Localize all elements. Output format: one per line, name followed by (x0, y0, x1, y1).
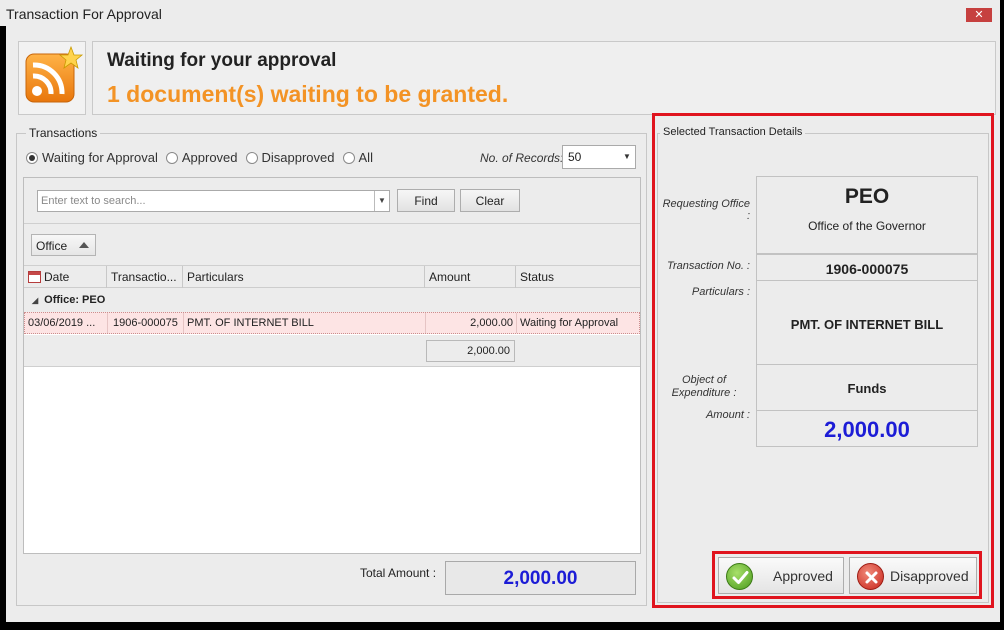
chevron-down-icon[interactable]: ▼ (619, 146, 635, 168)
records-value: 50 (568, 150, 582, 164)
calendar-icon (28, 271, 41, 283)
header-subtitle: 1 document(s) waiting to be granted. (107, 81, 509, 107)
group-by-panel: Office (24, 224, 640, 266)
clear-button[interactable]: Clear (460, 189, 520, 212)
chevron-down-icon[interactable]: ▼ (374, 191, 389, 211)
cell-particulars: PMT. OF INTERNET BILL (184, 313, 426, 333)
cell-amount: 2,000.00 (426, 313, 517, 333)
header-icon-box (18, 41, 86, 115)
total-amount-label: Total Amount : (360, 566, 437, 580)
column-header-amount[interactable]: Amount (425, 266, 516, 288)
sort-ascending-icon (79, 242, 89, 248)
column-header-status[interactable]: Status (516, 266, 640, 288)
disapprove-label: Disapproved (890, 568, 969, 584)
office-name: Office of the Governor (808, 219, 926, 233)
checkmark-icon (726, 563, 753, 590)
filter-label: Waiting for Approval (42, 150, 158, 165)
group-row-office[interactable]: ◢ Office: PEO (24, 288, 640, 312)
cell-transaction: 1906-000075 (108, 313, 184, 333)
details-group-label: Selected Transaction Details (660, 126, 806, 138)
approval-window: Transaction For Approval ✕ Waiting for y… (0, 0, 1004, 630)
search-placeholder: Enter text to search... (41, 195, 146, 207)
radio-dot (245, 151, 258, 164)
group-sum-value: 2,000.00 (426, 340, 515, 362)
records-label: No. of Records: (480, 151, 564, 165)
transaction-no-label: Transaction No. : (667, 260, 750, 272)
filter-waiting-radio[interactable]: Waiting for Approval (26, 150, 158, 165)
column-header-transaction[interactable]: Transactio... (107, 266, 183, 288)
total-amount-value: 2,000.00 (445, 561, 636, 595)
cell-date: 03/06/2019 ... (25, 313, 108, 333)
status-filter: Waiting for Approval Approved Disapprove… (26, 150, 381, 165)
records-select[interactable]: 50 ▼ (562, 145, 636, 169)
radio-dot (342, 151, 355, 164)
table-row[interactable]: 03/06/2019 ... 1906-000075 PMT. OF INTER… (24, 312, 640, 334)
column-header-row: Date Transactio... Particulars Amount St… (24, 266, 640, 288)
filter-disapproved-radio[interactable]: Disapproved (245, 150, 335, 165)
column-header-particulars[interactable]: Particulars (183, 266, 425, 288)
title-bar: Transaction For Approval ✕ (0, 0, 1000, 26)
object-label-line1: Object of (681, 374, 727, 386)
office-code: PEO (844, 185, 890, 208)
cell-status: Waiting for Approval (520, 317, 619, 329)
group-summary-row: 2,000.00 (24, 335, 640, 367)
approve-label: Approved (773, 568, 833, 584)
filter-approved-radio[interactable]: Approved (165, 150, 238, 165)
approve-button[interactable]: Approved (718, 557, 844, 594)
find-button[interactable]: Find (397, 189, 455, 212)
filter-label: Approved (181, 150, 238, 165)
transaction-no-value: 1906-000075 (756, 254, 978, 281)
filter-label: Disapproved (261, 150, 335, 165)
search-input[interactable]: Enter text to search... ▼ (37, 190, 390, 212)
disapprove-button[interactable]: Disapproved (849, 557, 977, 594)
group-chip-label: Office (36, 239, 68, 253)
transactions-group-label: Transactions (26, 126, 101, 140)
search-area: Enter text to search... ▼ Find Clear (24, 178, 640, 224)
window-title: Transaction For Approval (6, 6, 162, 22)
header-title: Waiting for your approval (107, 50, 337, 71)
amount-value: 2,000.00 (756, 410, 978, 447)
object-expenditure-value: Funds (756, 364, 978, 411)
object-expenditure-label: Object of Expenditure : (658, 374, 750, 400)
group-by-office-chip[interactable]: Office (31, 234, 96, 256)
collapse-icon[interactable]: ◢ (32, 296, 38, 305)
radio-dot (165, 151, 178, 164)
close-icon[interactable]: ✕ (966, 8, 992, 22)
transactions-grid: Enter text to search... ▼ Find Clear Off… (23, 177, 641, 554)
group-row-label: Office: PEO (44, 294, 106, 306)
filter-all-radio[interactable]: All (342, 150, 373, 165)
particulars-label: Particulars : (691, 286, 750, 298)
column-label: Date (44, 270, 70, 284)
office-box: PEO Office of the Governor (756, 176, 978, 254)
filter-label: All (358, 150, 373, 165)
x-circle-icon (857, 563, 884, 590)
rss-feed-star-icon (25, 45, 84, 103)
amount-label: Amount : (705, 409, 750, 421)
column-header-date[interactable]: Date (24, 266, 107, 288)
requesting-office-label: Requesting Office : (662, 198, 750, 222)
window-client: Waiting for your approval 1 document(s) … (6, 26, 1000, 622)
object-label-line2: Expenditure : (671, 387, 737, 399)
particulars-value: PMT. OF INTERNET BILL (756, 280, 978, 365)
radio-dot (26, 151, 38, 164)
